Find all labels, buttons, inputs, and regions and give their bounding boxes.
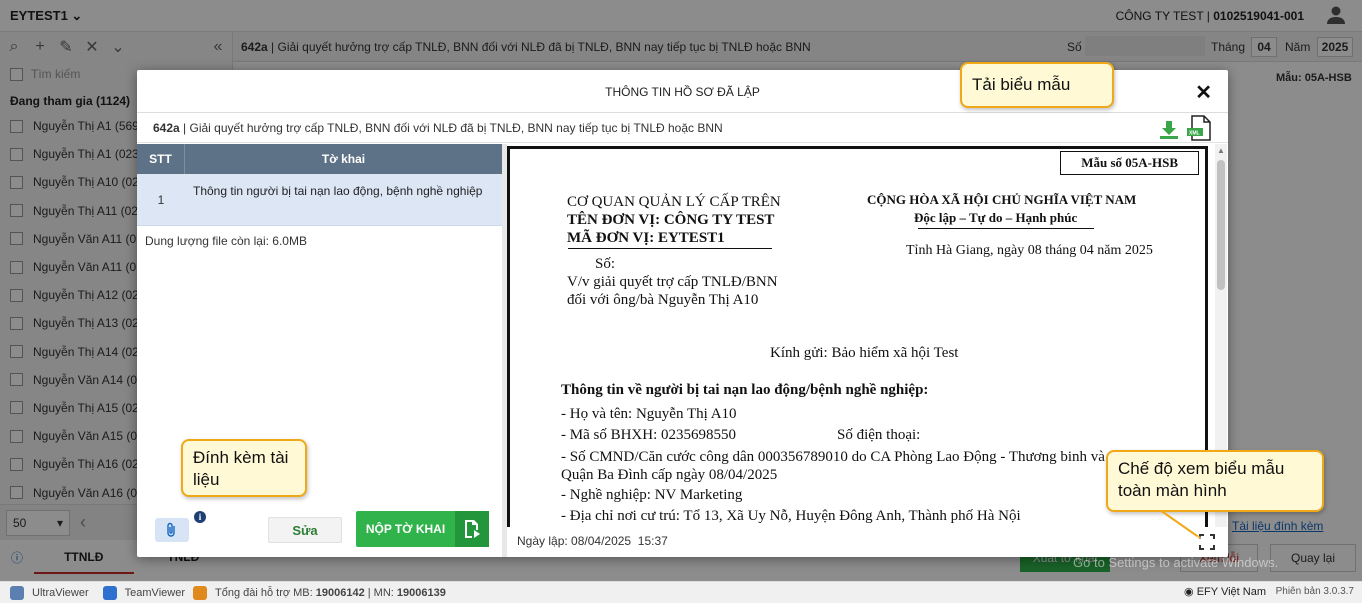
agency-line1: CƠ QUAN QUẢN LÝ CẤP TRÊN — [567, 194, 781, 210]
agency-rule — [568, 248, 772, 249]
ultraviewer-icon[interactable] — [10, 585, 24, 600]
section-title: Thông tin về người bị tai nạn lao động/b… — [561, 382, 929, 398]
attach-button[interactable] — [155, 518, 189, 542]
occupation: - Nghề nghiệp: NV Marketing — [561, 487, 743, 503]
col-to-khai: Tờ khai — [321, 152, 366, 166]
modal-subtitle: 642a | Giải quyết hưởng trợ cấp TNLĐ, BN… — [153, 121, 723, 135]
info-icon[interactable]: i — [194, 511, 206, 523]
agency-line3: MÃ ĐƠN VỊ: EYTEST1 — [567, 230, 725, 246]
insurance-code: - Mã số BHXH: 0235698550 — [561, 427, 736, 443]
id-line1: - Số CMND/Căn cước công dân 000356789010… — [561, 449, 1150, 465]
nation-motto: Độc lập – Tự do – Hạnh phúc — [914, 210, 1078, 225]
document-page: Mẫu số 05A-HSB CƠ QUAN QUẢN LÝ CẤP TRÊN … — [507, 146, 1208, 527]
brand-label: ◉ EFY Việt Nam — [1184, 586, 1266, 598]
xml-file-icon[interactable]: XML — [1186, 115, 1212, 141]
id-line2: Quận Ba Đình cấp ngày 08/04/2025 — [561, 467, 778, 483]
ultraviewer-label[interactable]: UltraViewer — [32, 587, 89, 599]
created-date: Ngày lập: 08/04/2025 15:37 — [517, 534, 668, 548]
agency-line2: TÊN ĐƠN VỊ: CÔNG TY TEST — [567, 212, 775, 228]
col-stt: STT — [137, 144, 185, 174]
activate-windows-hint: Go to Settings to activate Windows. — [1073, 555, 1279, 570]
close-icon[interactable]: ✕ — [1195, 80, 1212, 105]
activate-windows-watermark: Activate Windows — [1073, 530, 1208, 549]
fullscreen-view-callout: Chế độ xem biểu mẫu toàn màn hình — [1106, 450, 1324, 512]
table-row[interactable]: 1 Thông tin người bị tai nạn lao động, b… — [137, 174, 502, 226]
svg-text:XML: XML — [1189, 131, 1200, 137]
phone-number: Số điện thoại: — [837, 427, 921, 443]
support-hotline: Tổng đài hỗ trợ MB: 19006142 | MN: 19006… — [214, 586, 446, 599]
storage-remaining: Dung lượng file còn lại: 6.0MB — [145, 234, 307, 248]
doc-number: Số: — [595, 256, 616, 272]
row-name: Thông tin người bị tai nạn lao động, bện… — [193, 184, 483, 198]
recipient: Kính gửi: Bảo hiểm xã hội Test — [770, 345, 959, 361]
version-label: Phiên bản 3.0.3.7 — [1275, 586, 1354, 597]
declaration-table-header: STT Tờ khai — [137, 144, 502, 174]
paperclip-icon — [167, 522, 175, 537]
scroll-thumb[interactable] — [1217, 160, 1225, 290]
download-template-callout: Tải biểu mẫu — [960, 62, 1114, 108]
form-number: Mẫu số 05A-HSB — [1060, 151, 1199, 175]
nation-title: CỘNG HÒA XÃ HỘI CHỦ NGHĨA VIỆT NAM — [867, 192, 1137, 207]
place-date: Tỉnh Hà Giang, ngày 08 tháng 04 năm 2025 — [906, 243, 1153, 258]
status-bar: UltraViewer TeamViewer Tổng đài hỗ trợ M… — [0, 581, 1362, 603]
edit-button[interactable]: Sửa — [268, 517, 342, 543]
phone-icon — [192, 585, 207, 600]
teamviewer-label[interactable]: TeamViewer — [125, 587, 185, 599]
full-name: - Họ và tên: Nguyễn Thị A10 — [561, 406, 737, 422]
submit-label: NỘP TỜ KHAI — [365, 522, 446, 536]
row-stt: 1 — [157, 192, 165, 207]
attach-document-callout: Đính kèm tài liệu — [181, 439, 307, 497]
address: - Địa chỉ nơi cư trú: Tổ 13, Xã Uy Nỗ, H… — [561, 508, 1021, 524]
submit-file-icon — [455, 511, 489, 547]
subject-line1: V/v giải quyết trợ cấp TNLĐ/BNN — [567, 274, 778, 290]
modal-subheader: 642a | Giải quyết hưởng trợ cấp TNLĐ, BN… — [137, 113, 1228, 143]
submit-button[interactable]: NỘP TỜ KHAI — [356, 511, 489, 547]
download-icon[interactable] — [1158, 120, 1180, 140]
teamviewer-icon[interactable] — [102, 585, 117, 600]
scroll-up-icon[interactable]: ▲ — [1217, 146, 1225, 155]
motto-rule — [918, 228, 1094, 229]
subject-line2: đối với ông/bà Nguyễn Thị A10 — [567, 292, 759, 308]
